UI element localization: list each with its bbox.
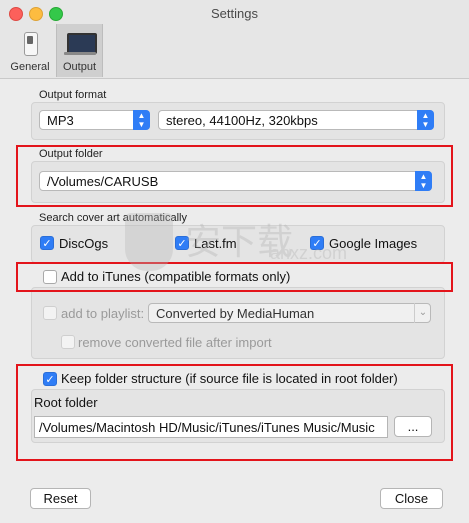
tab-output-label: Output bbox=[62, 61, 97, 73]
watermark-domain: anxz.com bbox=[270, 243, 348, 263]
watermark-shield-icon bbox=[125, 213, 173, 271]
window-titlebar: Settings General Output bbox=[0, 0, 469, 79]
chevron-down-icon: ⌄ bbox=[414, 303, 431, 323]
tab-output[interactable]: Output bbox=[56, 24, 103, 77]
highlight-box-output-folder bbox=[16, 145, 453, 207]
format-select[interactable]: MP3 ▲ ▼ bbox=[39, 110, 150, 130]
select-arrows-icon: ▲ ▼ bbox=[133, 110, 150, 130]
tab-general-label: General bbox=[10, 61, 50, 73]
discogs-checkbox[interactable]: ✓ bbox=[40, 236, 54, 250]
select-arrows-icon: ▲ ▼ bbox=[417, 110, 434, 130]
watermark: 安下载 anxz.com bbox=[125, 205, 348, 335]
discogs-label: DiscOgs bbox=[59, 236, 109, 251]
toggle-switch-icon bbox=[14, 30, 46, 58]
remove-after-import-label: remove converted file after import bbox=[78, 335, 272, 350]
laptop-icon bbox=[63, 30, 97, 58]
quality-select[interactable]: stereo, 44100Hz, 320kbps ▲ ▼ bbox=[158, 110, 434, 130]
highlight-box-folder-structure bbox=[16, 364, 453, 461]
close-button[interactable]: Close bbox=[380, 488, 443, 509]
output-format-group: MP3 ▲ ▼ stereo, 44100Hz, 320kbps ▲ ▼ bbox=[31, 102, 445, 140]
tab-general[interactable]: General bbox=[5, 24, 55, 77]
output-format-label: Output format bbox=[39, 89, 107, 101]
reset-button[interactable]: Reset bbox=[30, 488, 91, 509]
quality-select-value: stereo, 44100Hz, 320kbps bbox=[166, 113, 318, 128]
format-select-value: MP3 bbox=[47, 113, 74, 128]
window-title: Settings bbox=[211, 6, 258, 21]
remove-after-import-checkbox[interactable] bbox=[61, 335, 75, 349]
add-to-playlist-checkbox[interactable] bbox=[43, 306, 57, 320]
